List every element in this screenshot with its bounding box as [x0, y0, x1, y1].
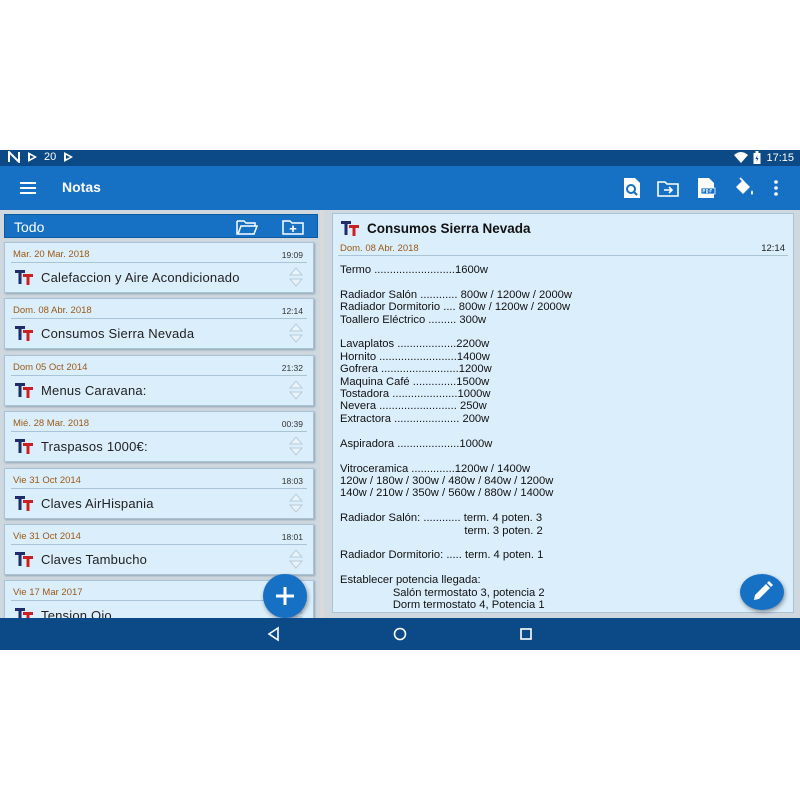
app-logo-icon — [15, 495, 33, 511]
note-date: Dom. 08 Abr. 2018 — [13, 305, 92, 317]
note-title: Menus Caravana: — [41, 382, 147, 398]
note-date: Dom 05 Oct 2014 — [13, 361, 88, 373]
reorder-handle-icon[interactable] — [287, 321, 305, 345]
note-detail-time: 12:14 — [761, 243, 785, 254]
reorder-handle-icon[interactable] — [287, 378, 305, 402]
note-date: Mié. 28 Mar. 2018 — [13, 418, 90, 430]
note-detail-body: Termo ..........................1600w Ra… — [340, 264, 572, 611]
divider — [11, 544, 307, 545]
divider — [11, 262, 307, 263]
note-detail-title: Consumos Sierra Nevada — [367, 221, 531, 236]
system-nav-bar — [0, 618, 800, 650]
app-logo-icon — [15, 608, 33, 618]
home-icon[interactable] — [392, 626, 408, 642]
note-title: Claves AirHispania — [41, 495, 154, 511]
note-time: 19:09 — [281, 250, 303, 260]
status-bar: 20 17:15 — [0, 150, 800, 166]
wifi-icon — [734, 151, 749, 163]
note-time: 18:03 — [281, 475, 303, 486]
folder-header[interactable]: Todo — [4, 214, 318, 238]
app-logo-icon — [15, 552, 33, 567]
note-list-item[interactable]: Mié. 28 Mar. 2018 00:39 Traspasos 1000€: — [4, 411, 314, 463]
folder-open-icon[interactable] — [235, 217, 259, 237]
play-icon — [28, 152, 37, 162]
note-list-item[interactable]: Dom. 08 Abr. 2018 12:14 Consumos Sierra Ne… — [4, 298, 314, 350]
note-list-item[interactable]: Dom 05 Oct 2014 21:32 Menus Caravana: — [4, 354, 314, 406]
note-detail-card[interactable]: Consumos Sierra Nevada Dom. 08 Abr. 2018… — [332, 213, 794, 613]
note-date: Mar. 20 Mar. 2018 — [13, 249, 90, 260]
app-logo-icon — [15, 326, 33, 342]
note-time: 21:32 — [281, 362, 303, 373]
divider — [11, 318, 307, 320]
note-date: Vie 31 Oct 2014 — [13, 474, 81, 486]
note-title: Tension Ojo — [41, 608, 112, 618]
app-logo-icon — [15, 382, 33, 398]
app-title: Notas — [62, 179, 101, 195]
divider — [11, 487, 307, 489]
note-detail-date: Dom. 08 Abr. 2018 — [340, 243, 419, 254]
note-list-item[interactable]: Mar. 20 Mar. 2018 19:09 Calefaccion y Aire… — [4, 242, 314, 293]
app-logo-icon — [15, 270, 33, 285]
pencil-icon — [754, 581, 773, 600]
status-system: 17:15 — [734, 151, 794, 164]
hamburger-menu-icon[interactable] — [18, 178, 38, 198]
note-detail-panel: Consumos Sierra Nevada Dom. 08 Abr. 2018… — [324, 210, 800, 618]
plus-icon — [276, 587, 294, 605]
app-logo-icon — [15, 439, 33, 455]
divider — [338, 255, 788, 256]
battery-icon — [753, 151, 761, 164]
edit-note-button[interactable] — [740, 574, 784, 610]
tablet-screen: 20 17:15 Notas Todo Mar. 20 Mar. 2018 19… — [0, 150, 800, 650]
note-date: Vie 31 Oct 2014 — [13, 531, 81, 542]
note-list-item[interactable]: Vie 31 Oct 2014 18:03 Claves AirHispania — [4, 467, 314, 519]
status-notifications: 20 — [8, 151, 74, 163]
note-list-item[interactable]: Vie 31 Oct 2014 18:01 Claves Tambucho — [4, 524, 314, 575]
add-note-button[interactable] — [263, 574, 307, 618]
reorder-handle-icon[interactable] — [287, 547, 305, 571]
paint-bucket-icon[interactable] — [732, 176, 756, 200]
note-title: Consumos Sierra Nevada — [41, 326, 195, 342]
note-title: Traspasos 1000€: — [41, 439, 148, 455]
note-title: Claves Tambucho — [41, 552, 148, 567]
divider — [11, 431, 307, 433]
reorder-handle-icon[interactable] — [287, 491, 305, 515]
reorder-handle-icon[interactable] — [287, 434, 305, 458]
divider — [11, 374, 307, 376]
app-logo-icon — [341, 221, 359, 236]
note-time: 12:14 — [281, 306, 303, 317]
note-date: Vie 17 Mar 2017 — [13, 587, 83, 599]
status-clock: 17:15 — [766, 151, 794, 164]
pdf-export-icon[interactable] — [694, 176, 718, 200]
reorder-handle-icon[interactable] — [287, 265, 305, 289]
n-notification-icon — [8, 151, 20, 163]
back-icon[interactable] — [266, 626, 282, 642]
note-time: 18:01 — [281, 532, 303, 542]
notification-text: 20 — [44, 151, 57, 163]
more-vert-icon[interactable] — [770, 176, 782, 200]
note-time: 00:39 — [281, 419, 303, 430]
folder-add-icon[interactable] — [281, 217, 305, 237]
note-title: Calefaccion y Aire Acondicionado — [41, 270, 240, 285]
play-icon — [64, 152, 74, 162]
folder-move-icon[interactable] — [656, 176, 680, 200]
recents-icon[interactable] — [518, 626, 534, 642]
app-toolbar: Notas — [0, 166, 800, 210]
search-document-icon[interactable] — [620, 176, 644, 200]
notes-list-panel: Todo Mar. 20 Mar. 2018 19:09 Calefaccion y… — [0, 210, 320, 618]
folder-name: Todo — [14, 219, 45, 235]
